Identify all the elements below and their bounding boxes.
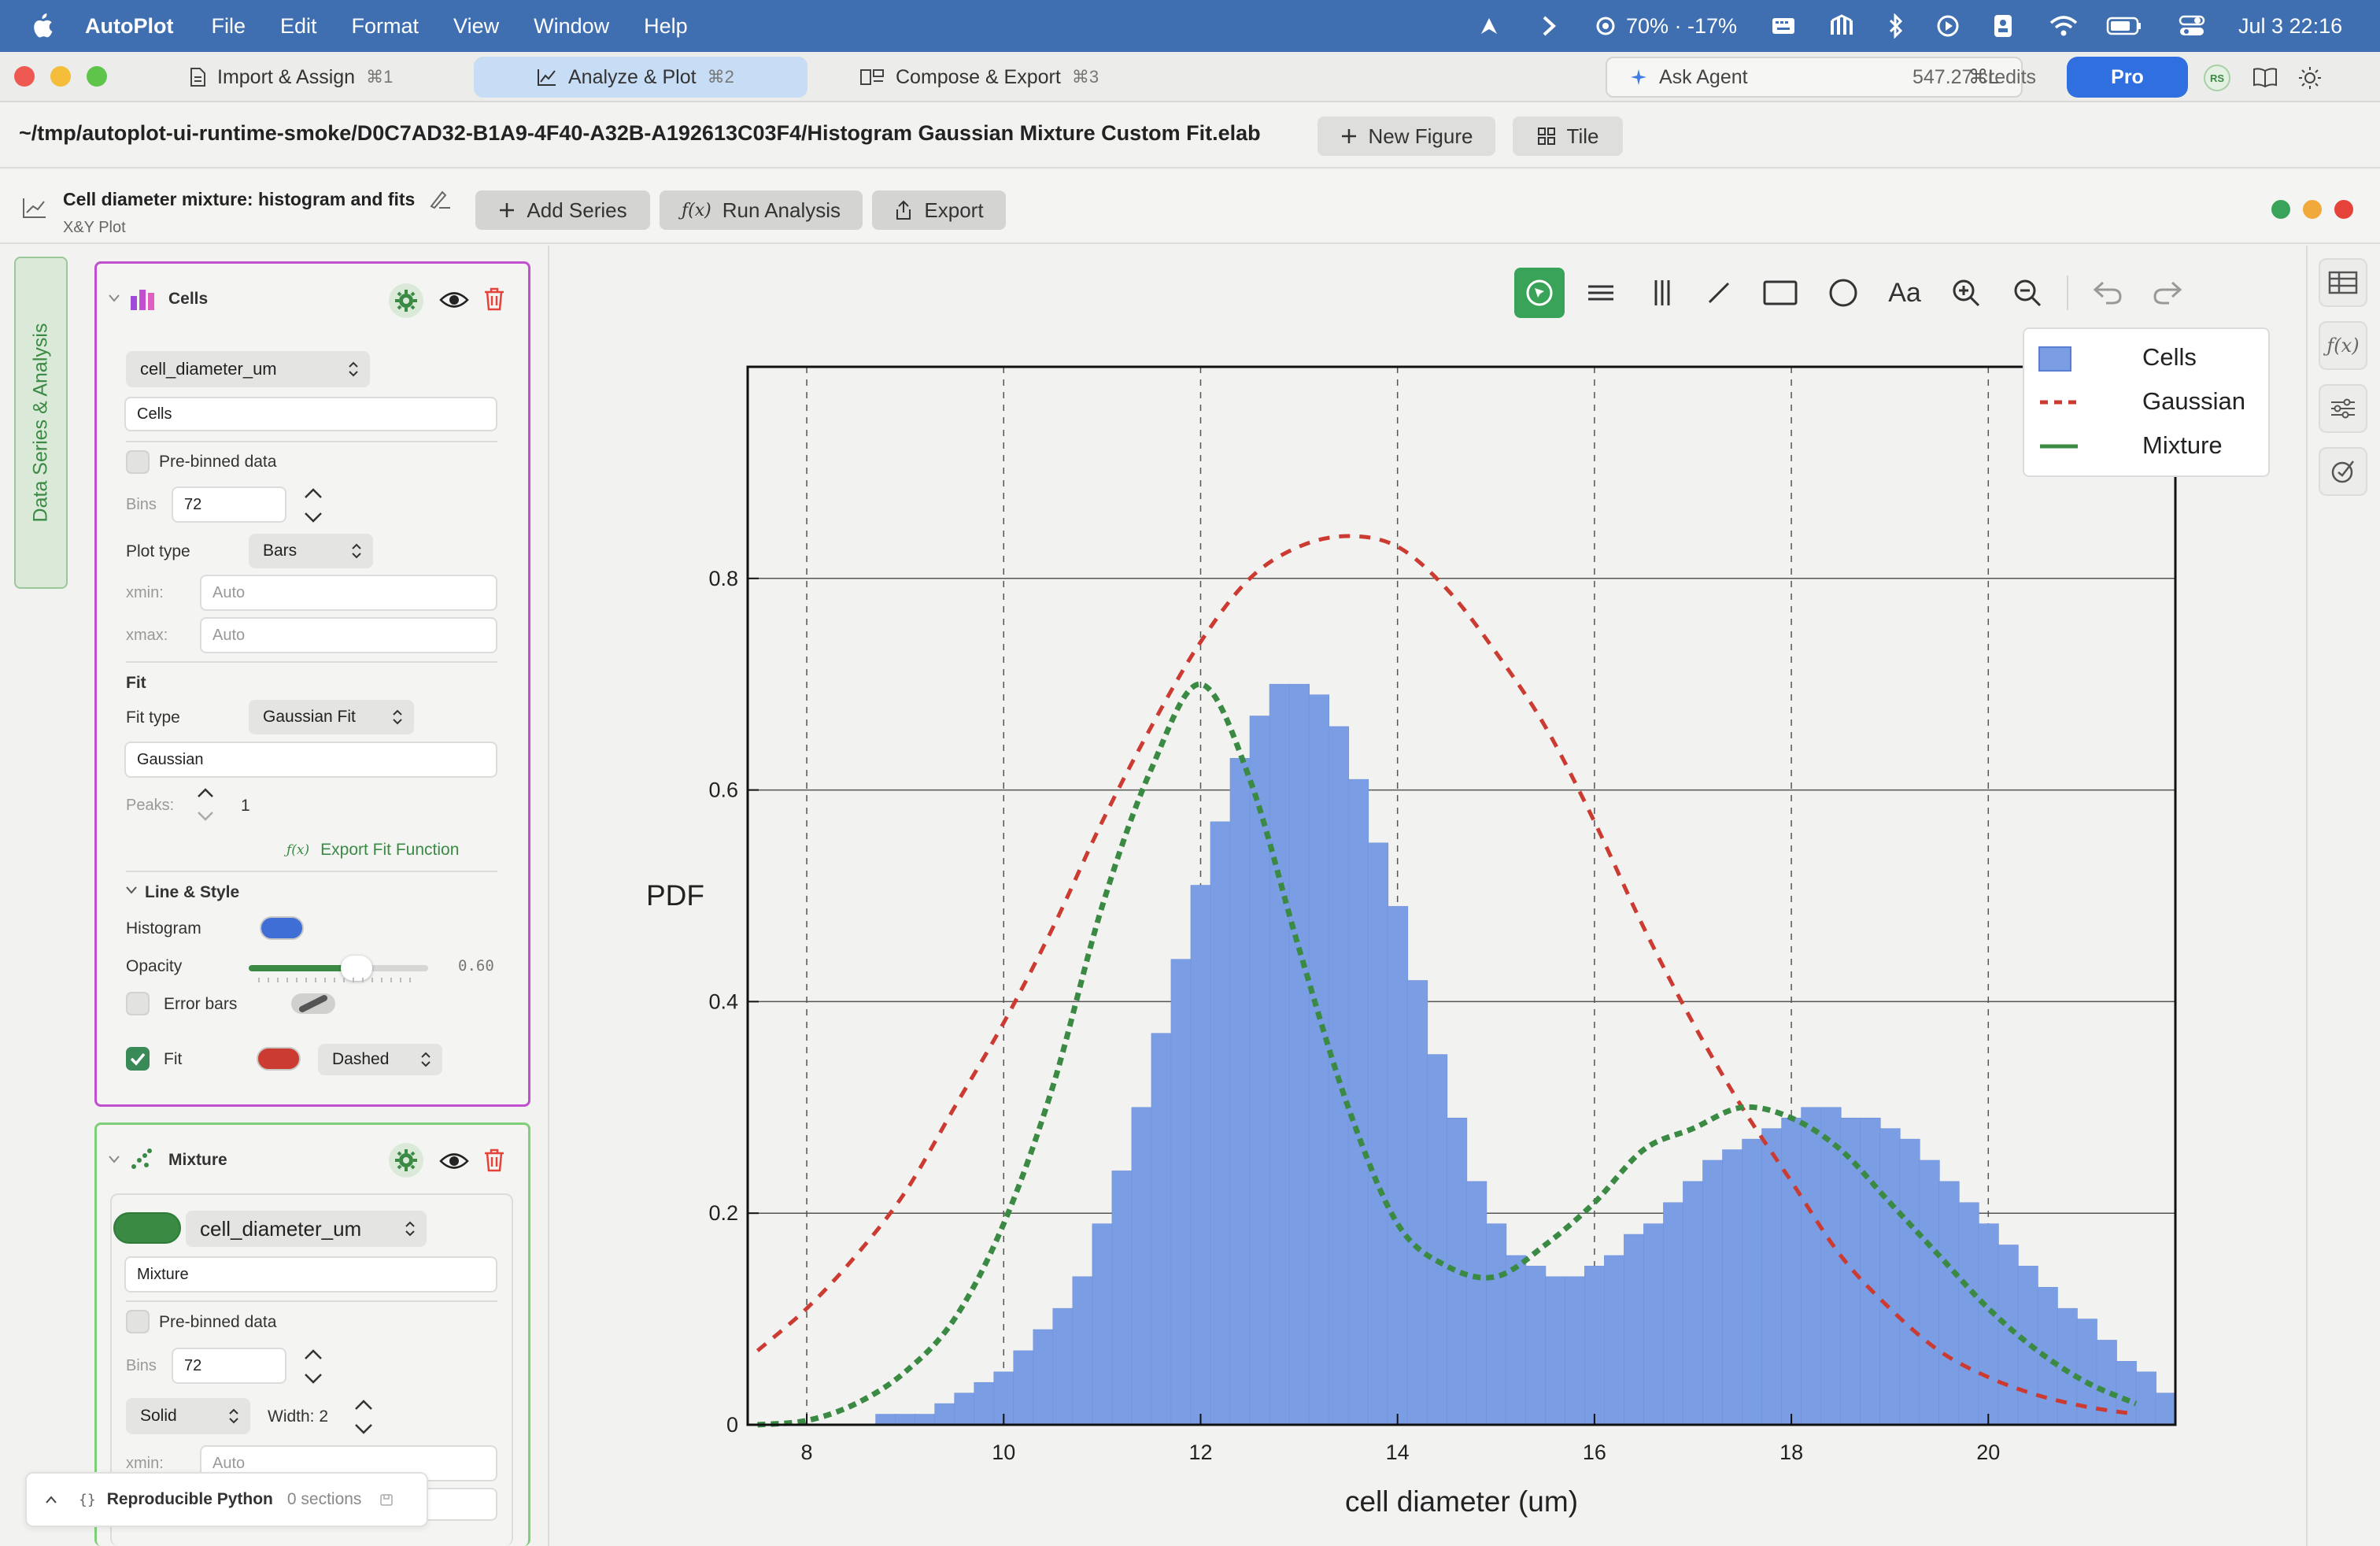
histogram-bar bbox=[1801, 1107, 1822, 1426]
x-tick-label: 20 bbox=[1976, 1441, 2000, 1464]
histogram-bar bbox=[2135, 1371, 2156, 1426]
x-tick-label: 12 bbox=[1188, 1441, 1212, 1464]
settings-sliders-button[interactable] bbox=[2319, 384, 2367, 433]
histogram-bar bbox=[1229, 757, 1251, 1426]
histogram-bar bbox=[1998, 1245, 2019, 1426]
legend-label-mixture: Mixture bbox=[2142, 431, 2223, 459]
histogram-bar bbox=[1387, 906, 1409, 1426]
histogram-bar bbox=[1938, 1181, 1960, 1426]
histogram-bar bbox=[974, 1381, 995, 1426]
histogram-bar bbox=[1092, 1223, 1113, 1426]
histogram-bar bbox=[1565, 1276, 1586, 1426]
histogram-bar bbox=[1820, 1107, 1842, 1426]
histogram-bar bbox=[1249, 716, 1270, 1426]
functions-button[interactable]: ƒ(x) bbox=[2319, 321, 2367, 370]
histogram-bar bbox=[1465, 1181, 1488, 1426]
histogram-bar bbox=[1033, 1329, 1054, 1426]
legend-swatch-mixture bbox=[2040, 444, 2078, 449]
legend-swatch-cells bbox=[2038, 346, 2071, 372]
y-axis-label: PDF bbox=[646, 879, 704, 912]
y-tick-label: 0.6 bbox=[708, 779, 738, 802]
histogram-bar bbox=[1722, 1149, 1743, 1426]
histogram-bar bbox=[1624, 1233, 1645, 1426]
histogram-bar bbox=[1643, 1223, 1665, 1426]
legend-label-cells: Cells bbox=[2142, 343, 2197, 371]
x-tick-label: 18 bbox=[1779, 1441, 1803, 1464]
histogram-bar bbox=[954, 1393, 975, 1426]
histogram-bar bbox=[1781, 1117, 1802, 1426]
histogram-bar bbox=[1269, 683, 1290, 1426]
histogram-bar bbox=[1485, 1223, 1507, 1426]
histogram-bar bbox=[1860, 1117, 1881, 1426]
histogram-bar bbox=[1879, 1128, 1901, 1426]
right-rail bbox=[2306, 246, 2380, 1546]
histogram-bar bbox=[1131, 1107, 1152, 1426]
histogram-bar bbox=[1347, 779, 1369, 1426]
legend-swatch-gaussian bbox=[2040, 400, 2078, 405]
histogram-bar bbox=[2076, 1319, 2097, 1426]
inspect-button[interactable] bbox=[2319, 447, 2367, 496]
legend-item-mixture[interactable]: Mixture bbox=[2024, 423, 2268, 468]
histogram-bar bbox=[1899, 1138, 1920, 1426]
histogram-bar bbox=[1367, 842, 1389, 1426]
histogram-bar bbox=[1663, 1202, 1684, 1426]
histogram-bar bbox=[2116, 1361, 2137, 1426]
x-tick-label: 8 bbox=[801, 1441, 813, 1464]
legend-label-gaussian: Gaussian bbox=[2142, 387, 2245, 415]
histogram-bar bbox=[895, 1414, 916, 1426]
histogram-bar bbox=[1210, 821, 1231, 1426]
histogram-bar bbox=[1584, 1266, 1606, 1426]
histogram-bar bbox=[1072, 1276, 1093, 1426]
histogram-bar bbox=[1111, 1171, 1133, 1426]
check-circle-icon bbox=[2331, 460, 2354, 483]
histogram-bar bbox=[1761, 1128, 1783, 1426]
histogram-bar bbox=[1978, 1223, 1999, 1426]
x-tick-label: 16 bbox=[1583, 1441, 1606, 1464]
x-tick-label: 10 bbox=[992, 1441, 1015, 1464]
legend-item-cells[interactable]: Cells bbox=[2024, 335, 2268, 379]
x-tick-label: 14 bbox=[1386, 1441, 1410, 1464]
histogram-bar bbox=[1958, 1202, 1979, 1426]
histogram-bar bbox=[934, 1403, 955, 1426]
histogram-bar bbox=[2155, 1393, 2176, 1426]
histogram-bar bbox=[1052, 1307, 1074, 1426]
histogram-bar bbox=[1170, 959, 1192, 1426]
histogram-bar bbox=[875, 1414, 896, 1426]
y-tick-label: 0.8 bbox=[708, 567, 738, 590]
histogram-bars bbox=[875, 683, 2176, 1426]
x-axis-label: cell diameter (um) bbox=[1345, 1485, 1578, 1518]
histogram-bar bbox=[1288, 683, 1310, 1426]
chart-legend[interactable]: Cells Gaussian Mixture bbox=[2023, 327, 2270, 477]
data-table-button[interactable] bbox=[2319, 258, 2367, 307]
histogram-bar bbox=[1604, 1255, 1625, 1426]
legend-item-gaussian[interactable]: Gaussian bbox=[2024, 379, 2268, 423]
table-icon bbox=[2328, 271, 2358, 294]
histogram-bar bbox=[1702, 1160, 1724, 1426]
histogram-bar bbox=[1683, 1181, 1704, 1426]
histogram-bar bbox=[1151, 1033, 1172, 1426]
function-icon: ƒ(x) bbox=[2326, 335, 2360, 357]
histogram-bar bbox=[2057, 1307, 2078, 1426]
histogram-bar bbox=[915, 1414, 936, 1426]
y-tick-label: 0 bbox=[726, 1413, 738, 1437]
histogram-bar bbox=[1545, 1276, 1566, 1426]
histogram-bar bbox=[1406, 980, 1428, 1426]
y-tick-label: 0.4 bbox=[708, 989, 738, 1013]
histogram-bar bbox=[1919, 1160, 1940, 1426]
sliders-icon bbox=[2331, 398, 2355, 419]
histogram-bar bbox=[1426, 1054, 1448, 1426]
histogram-bar bbox=[1308, 694, 1330, 1426]
histogram-bar bbox=[1505, 1255, 1527, 1426]
histogram-bar bbox=[1525, 1266, 1547, 1426]
histogram-bar bbox=[1742, 1138, 1763, 1426]
histogram-bar bbox=[1190, 885, 1211, 1426]
histogram-bar bbox=[1013, 1350, 1034, 1426]
histogram-chart[interactable]: 8 10 12 14 16 18 20 0 0.2 0.4 0.6 0.8 cell diameter… bbox=[0, 0, 2380, 1546]
y-tick-label: 0.2 bbox=[708, 1201, 738, 1225]
